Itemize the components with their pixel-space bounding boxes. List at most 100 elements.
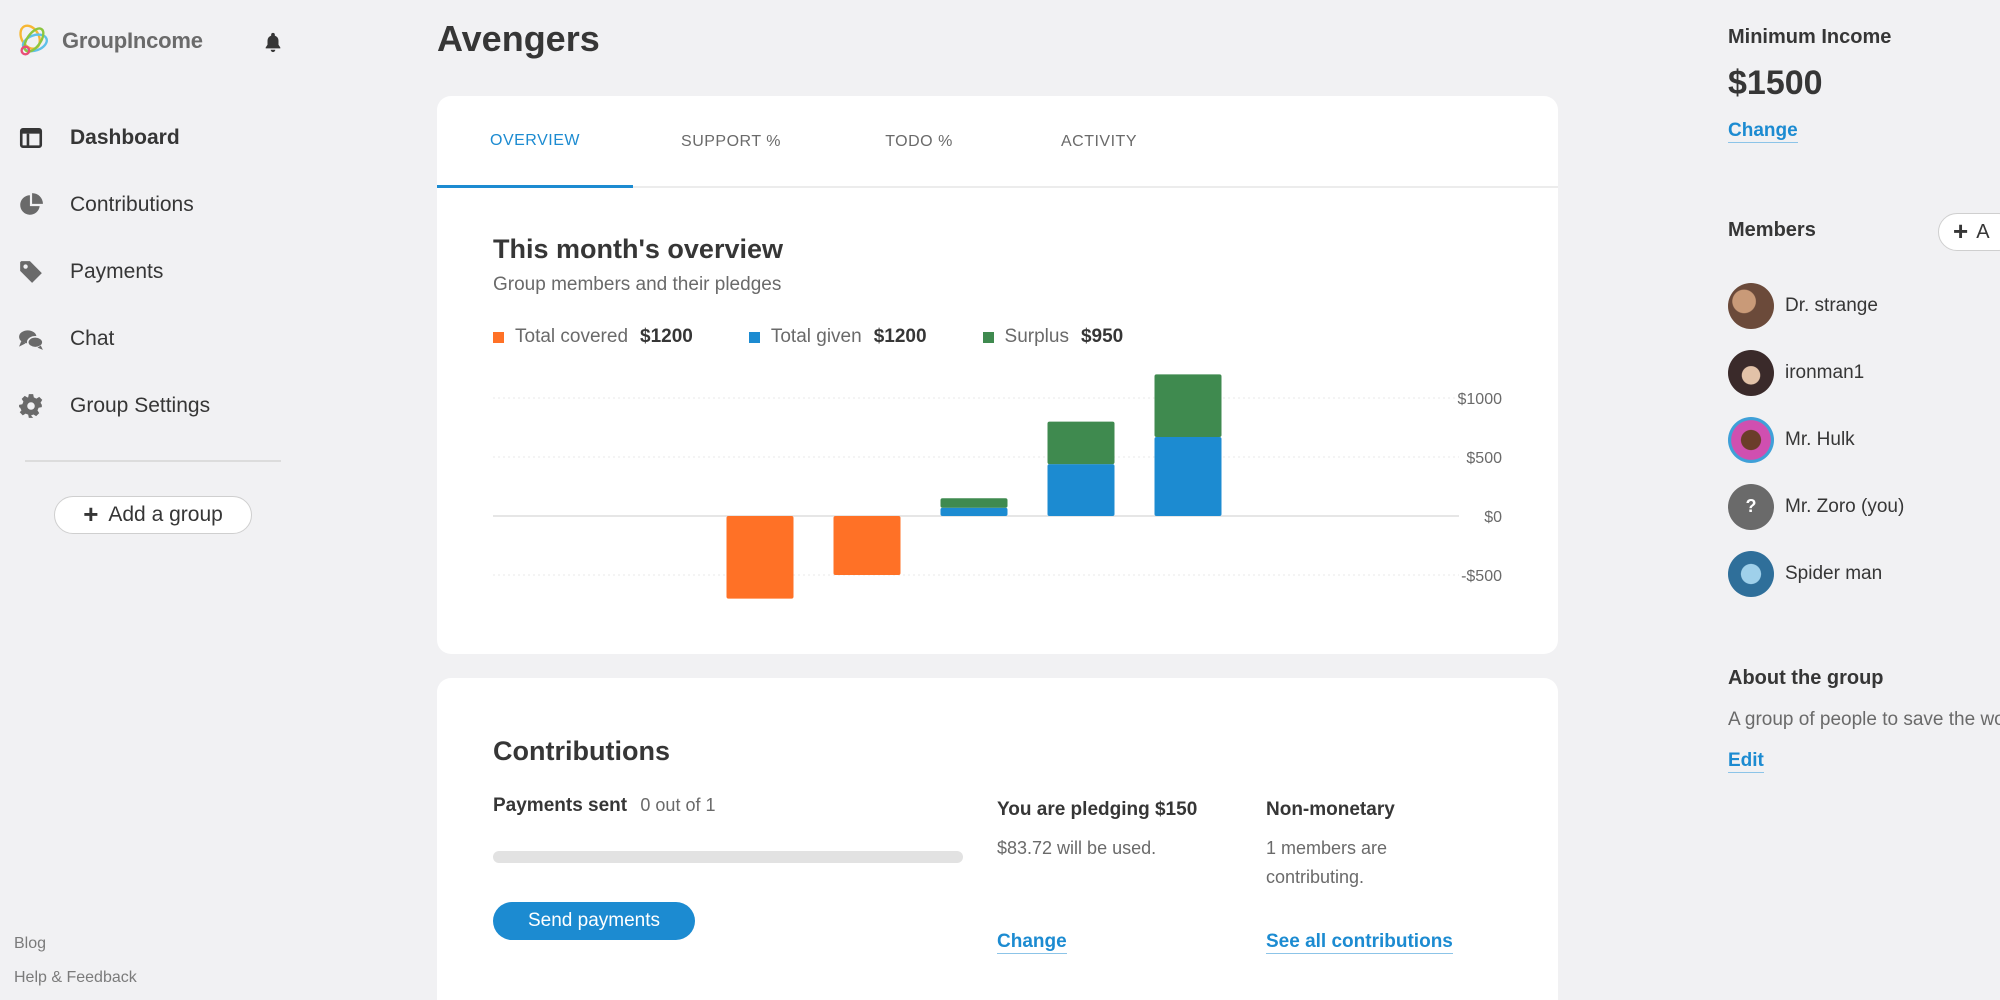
change-pledge-link[interactable]: Change: [997, 931, 1067, 954]
dashboard-icon: [16, 123, 46, 153]
member-item[interactable]: Dr. strange: [1728, 272, 1904, 339]
member-item[interactable]: ironman1: [1728, 339, 1904, 406]
payments-sent-label: Payments sent: [493, 795, 628, 816]
bar-total-covered: [726, 516, 794, 599]
non-monetary-section: Non-monetary 1 members are contributing.…: [1266, 795, 1486, 954]
bell-icon[interactable]: [262, 30, 284, 54]
sidebar-item-payments[interactable]: Payments: [16, 238, 286, 305]
minimum-income-label: Minimum Income: [1728, 26, 1892, 48]
legend-value: $1200: [873, 326, 927, 347]
pledging-heading: You are pledging $150: [997, 799, 1198, 820]
page-title: Avengers: [437, 18, 600, 59]
payments-sent: Payments sent 0 out of 1: [493, 795, 715, 817]
pledging-text: $83.72 will be used.: [997, 838, 1157, 858]
sidebar-item-chat[interactable]: Chat: [16, 305, 286, 372]
y-tick-label: -$500: [1461, 568, 1502, 585]
pledging-section: You are pledging $150 $83.72 will be use…: [997, 795, 1217, 954]
y-tick-label: $0: [1484, 509, 1502, 526]
send-payments-button[interactable]: Send payments: [493, 902, 695, 940]
legend-label: Total covered: [515, 326, 629, 347]
bar-surplus: [1154, 374, 1222, 437]
sidebar-divider: [25, 460, 281, 462]
add-group-label: Add a group: [108, 503, 223, 526]
tag-icon: [16, 257, 46, 287]
avatar: [1728, 550, 1774, 597]
member-name: Spider man: [1785, 562, 1883, 584]
contributions-title: Contributions: [493, 736, 670, 766]
sidebar-item-label: Payments: [70, 259, 164, 283]
y-tick-label: $500: [1466, 450, 1502, 467]
members-label: Members: [1728, 219, 1816, 241]
contributions-card: Contributions Payments sent 0 out of 1 S…: [437, 678, 1558, 1000]
legend-swatch: [982, 331, 994, 343]
non-monetary-heading: Non-monetary: [1266, 799, 1395, 820]
minimum-income-value: $1500: [1728, 64, 1823, 102]
chat-icon: [16, 324, 46, 354]
add-member-button[interactable]: + A: [1938, 213, 2000, 251]
legend-label: Surplus: [1004, 326, 1069, 347]
member-name: Mr. Zoro (you): [1785, 495, 1905, 517]
add-group-button[interactable]: + Add a group: [54, 496, 252, 534]
legend-value: $1200: [640, 326, 693, 347]
members-list: Dr. strange ironman1 Mr. Hulk ? Mr. Zoro…: [1728, 272, 1904, 607]
legend-swatch: [493, 331, 504, 343]
sidebar-footer: Blog Help & Feedback: [14, 935, 137, 1000]
bar-surplus: [940, 498, 1008, 508]
pie-chart-icon: [16, 190, 46, 220]
legend-item-total-given: Total given $1200: [748, 326, 927, 348]
avatar: ?: [1728, 483, 1774, 530]
legend-value: $950: [1080, 326, 1124, 347]
bar-total-given: [940, 507, 1008, 516]
legend-item-surplus: Surplus $950: [982, 326, 1124, 348]
member-item[interactable]: Mr. Hulk: [1728, 406, 1904, 473]
member-name: Dr. strange: [1785, 294, 1878, 316]
logo[interactable]: GroupIncome: [14, 22, 203, 60]
plus-icon: +: [83, 499, 99, 529]
sidebar-item-label: Chat: [70, 326, 115, 350]
legend-label: Total given: [770, 326, 862, 347]
bar-surplus: [1047, 421, 1115, 465]
payments-progress-bar: [493, 851, 963, 863]
y-tick-label: $1000: [1458, 391, 1503, 408]
member-name: ironman1: [1785, 361, 1865, 383]
sidebar: GroupIncome Dashboard Contributions Paym…: [0, 0, 300, 1000]
group-info-panel: Minimum Income $1500 Change Members + A …: [1728, 0, 2000, 1000]
sidebar-item-contributions[interactable]: Contributions: [16, 171, 286, 238]
sidebar-item-group-settings[interactable]: Group Settings: [16, 372, 286, 439]
plus-icon: +: [1953, 216, 1969, 246]
change-minimum-income-link[interactable]: Change: [1728, 120, 1798, 143]
sidebar-item-dashboard[interactable]: Dashboard: [16, 104, 286, 171]
member-name: Mr. Hulk: [1785, 428, 1855, 450]
sidebar-item-label: Group Settings: [70, 393, 211, 417]
avatar: [1728, 282, 1774, 329]
overview-chart: $1000 $500 $0 -$500: [493, 374, 1503, 599]
blog-link[interactable]: Blog: [14, 935, 137, 953]
overview-subtitle: Group members and their pledges: [493, 274, 782, 295]
overview-title: This month's overview: [493, 234, 783, 264]
group-income-logo-icon: [19, 24, 48, 56]
avatar: [1728, 349, 1774, 396]
gear-icon: [16, 391, 46, 421]
chart-legend: Total covered $1200 Total given $1200 Su…: [493, 326, 1179, 348]
sidebar-nav: Dashboard Contributions Payments Chat Gr…: [16, 104, 286, 439]
edit-about-link[interactable]: Edit: [1728, 750, 1764, 773]
bar-total-given: [1047, 464, 1115, 516]
non-monetary-text: 1 members are contributing.: [1266, 838, 1388, 887]
member-item[interactable]: Spider man: [1728, 540, 1904, 607]
legend-item-total-covered: Total covered $1200: [493, 326, 693, 348]
legend-swatch: [748, 331, 760, 343]
sidebar-item-label: Contributions: [70, 192, 194, 216]
logo-text: GroupIncome: [62, 28, 203, 53]
bar-total-covered: [833, 516, 901, 575]
sidebar-item-label: Dashboard: [70, 125, 180, 149]
about-group-label: About the group: [1728, 667, 1884, 689]
member-item[interactable]: ? Mr. Zoro (you): [1728, 473, 1904, 540]
payments-sent-count: 0 out of 1: [640, 795, 716, 815]
overview-card: OVERVIEW SUPPORT % TODO % ACTIVITY $1000…: [437, 96, 1558, 654]
about-group-text: A group of people to save the wo: [1728, 709, 2000, 730]
bar-total-given: [1154, 436, 1222, 516]
see-all-contributions-link[interactable]: See all contributions: [1266, 931, 1453, 954]
help-feedback-link[interactable]: Help & Feedback: [14, 969, 137, 987]
avatar: [1728, 416, 1774, 463]
add-member-label: A: [1976, 220, 1990, 243]
